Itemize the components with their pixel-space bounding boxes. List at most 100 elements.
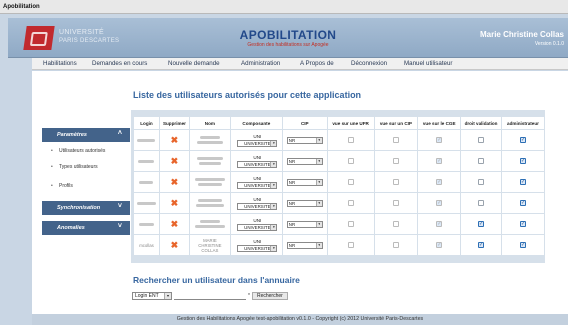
vue-ufr-checkbox[interactable] xyxy=(347,179,354,185)
composante-select[interactable]: UNIVERSITE ▾ xyxy=(237,223,278,231)
sidebar-item-utilisateurs-autorises[interactable]: • Utilisateurs autorisés xyxy=(42,148,130,155)
vue-cip-checkbox[interactable] xyxy=(392,137,399,143)
name-cell xyxy=(189,151,230,171)
redacted-login xyxy=(138,222,154,226)
administrateur-checkbox[interactable]: ✓ xyxy=(519,200,526,206)
redacted-login xyxy=(139,180,154,184)
col-nom[interactable]: Nom xyxy=(189,117,230,129)
nav-nouvelle-demande[interactable]: Nouvelle demande xyxy=(168,60,220,67)
sidebar-section-label: Anomalies xyxy=(57,224,85,231)
col-vue-cip[interactable]: vue sur un CIP xyxy=(374,117,418,129)
nav-habilitations[interactable]: Habilitations xyxy=(43,60,77,67)
administrateur-checkbox[interactable]: ✓ xyxy=(519,242,526,248)
delete-icon[interactable]: ✖ xyxy=(171,198,179,208)
droit-validation-checkbox[interactable]: ✓ xyxy=(478,242,485,248)
delete-icon[interactable]: ✖ xyxy=(171,219,179,229)
vue-cip-cell xyxy=(374,214,418,234)
composante-select[interactable]: UNIVERSITE ▾ xyxy=(237,202,278,210)
vue-cip-checkbox[interactable] xyxy=(392,200,399,206)
search-input[interactable] xyxy=(174,292,246,300)
table-row: ✖ UNI UNIVERSITE ▾ NR ▾ ✓ ✓ xyxy=(134,172,544,192)
vue-ufr-checkbox[interactable] xyxy=(347,158,354,164)
composante-select[interactable]: UNIVERSITE ▾ xyxy=(237,181,278,189)
nav-manuel-utilisateur[interactable]: Manuel utilisateur xyxy=(404,60,453,67)
delete-icon[interactable]: ✖ xyxy=(171,240,179,250)
nav-deconnexion[interactable]: Déconnexion xyxy=(351,60,387,67)
table-row: ✖ UNI UNIVERSITE ▾ NR ▾ ✓ ✓ xyxy=(134,151,544,171)
chevron-down-icon[interactable]: ˅ xyxy=(118,223,122,230)
droit-validation-checkbox[interactable] xyxy=(478,137,485,143)
droit-validation-checkbox[interactable] xyxy=(478,158,485,164)
delete-icon[interactable]: ✖ xyxy=(171,177,179,187)
administrateur-checkbox[interactable]: ✓ xyxy=(519,158,526,164)
droit-validation-checkbox[interactable]: ✓ xyxy=(478,221,485,227)
vue-ufr-checkbox[interactable] xyxy=(347,242,354,248)
vue-cge-checkbox[interactable]: ✓ xyxy=(436,242,443,248)
chevron-up-icon[interactable]: ˄ xyxy=(118,130,122,137)
vue-cge-checkbox[interactable]: ✓ xyxy=(436,158,443,164)
composante-select[interactable]: UNIVERSITE ▾ xyxy=(237,160,278,168)
vue-cip-cell xyxy=(374,235,418,255)
sidebar-item-types-utilisateurs[interactable]: • Types utilisateurs xyxy=(42,164,130,171)
delete-icon[interactable]: ✖ xyxy=(171,135,179,145)
col-supprimer[interactable]: Supprimer xyxy=(159,117,189,129)
cip-select[interactable]: NR ▾ xyxy=(286,241,323,249)
col-cip[interactable]: CIP xyxy=(282,117,327,129)
composante-select[interactable]: UNIVERSITE ▾ xyxy=(237,139,278,147)
vue-cge-checkbox[interactable]: ✓ xyxy=(436,200,443,206)
sidebar-section-label: Synchronisation xyxy=(57,204,101,211)
sidebar-section-anomalies[interactable]: Anomalies ˅ xyxy=(42,220,130,235)
col-vue-ufr[interactable]: vue sur une UFR xyxy=(327,117,374,129)
cip-select[interactable]: NR ▾ xyxy=(286,220,323,228)
search-button[interactable]: Rechercher xyxy=(251,292,288,300)
main-content: Paramètres ˄ • Utilisateurs autorisés • … xyxy=(32,71,568,314)
composante-cell: UNI UNIVERSITE ▾ xyxy=(230,235,282,255)
current-user-name: Marie Christine Collas xyxy=(479,30,564,39)
administrateur-checkbox[interactable]: ✓ xyxy=(519,137,526,143)
vue-cge-checkbox[interactable]: ✓ xyxy=(436,221,443,227)
search-field-select[interactable]: Login ENT ▾ xyxy=(132,292,172,300)
vue-cip-checkbox[interactable] xyxy=(392,158,399,164)
sidebar: Paramètres ˄ • Utilisateurs autorisés • … xyxy=(42,125,130,235)
chevron-down-icon[interactable]: ˅ xyxy=(118,203,122,210)
vue-ufr-checkbox[interactable] xyxy=(347,200,354,206)
sidebar-section-parametres[interactable]: Paramètres ˄ xyxy=(42,128,130,142)
login-cell: mcollas xyxy=(134,235,159,255)
app-version: Version 0.1.0 xyxy=(534,41,564,47)
composante-cell: UNI UNIVERSITE ▾ xyxy=(230,130,282,150)
delete-icon[interactable]: ✖ xyxy=(171,156,179,166)
vue-cip-checkbox[interactable] xyxy=(392,242,399,248)
cip-cell: NR ▾ xyxy=(282,151,327,171)
sidebar-section-synchronisation[interactable]: Synchronisation ˅ xyxy=(42,200,130,215)
col-droit-validation[interactable]: droit validation xyxy=(461,117,501,129)
administrateur-cell: ✓ xyxy=(501,193,544,213)
administrateur-cell: ✓ xyxy=(501,172,544,192)
vue-ufr-checkbox[interactable] xyxy=(347,221,354,227)
droit-validation-checkbox[interactable] xyxy=(478,179,485,185)
cip-select-value: NR xyxy=(288,242,296,248)
vue-cge-checkbox[interactable]: ✓ xyxy=(436,179,443,185)
cip-select[interactable]: NR ▾ xyxy=(286,157,323,165)
administrateur-checkbox[interactable]: ✓ xyxy=(519,179,526,185)
droit-validation-checkbox[interactable] xyxy=(478,200,485,206)
col-login[interactable]: Login xyxy=(134,117,159,129)
col-composante[interactable]: Composante xyxy=(230,117,282,129)
cip-select[interactable]: NR ▾ xyxy=(286,199,323,207)
nav-demandes-en-cours[interactable]: Demandes en cours xyxy=(92,60,147,67)
composante-select[interactable]: UNIVERSITE ▾ xyxy=(237,244,278,252)
cip-select[interactable]: NR ▾ xyxy=(286,178,323,186)
nav-administration[interactable]: Administration xyxy=(241,60,280,67)
administrateur-checkbox[interactable]: ✓ xyxy=(519,221,526,227)
sidebar-item-profils[interactable]: • Profils xyxy=(42,183,130,190)
col-administrateur[interactable]: administrateur xyxy=(501,117,544,129)
vue-cip-checkbox[interactable] xyxy=(392,179,399,185)
vue-ufr-checkbox[interactable] xyxy=(347,137,354,143)
col-vue-cge[interactable]: vue sur le CGE xyxy=(418,117,461,129)
cip-select[interactable]: NR ▾ xyxy=(286,136,323,144)
vue-cip-checkbox[interactable] xyxy=(392,221,399,227)
vue-cge-checkbox[interactable]: ✓ xyxy=(436,137,443,143)
dropdown-arrow-icon: ▾ xyxy=(315,137,322,143)
nav-a-propos[interactable]: A Propos de xyxy=(300,60,334,67)
window-title: Apobilitation xyxy=(0,0,568,14)
composante-cell: UNI UNIVERSITE ▾ xyxy=(230,214,282,234)
